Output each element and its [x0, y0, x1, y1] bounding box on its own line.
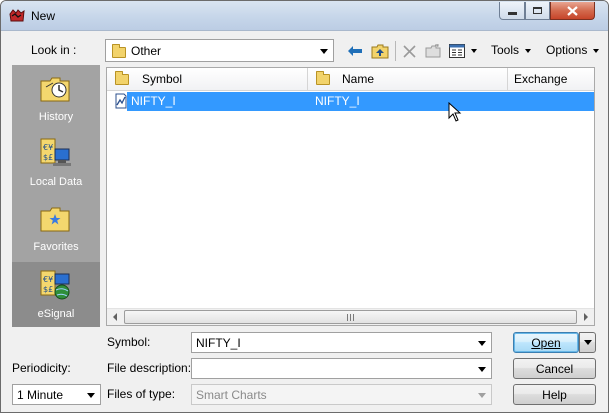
- chevron-down-icon: [593, 48, 600, 53]
- column-header-label: Name: [342, 72, 375, 86]
- new-folder-icon: [425, 44, 441, 58]
- place-history[interactable]: History: [12, 65, 100, 130]
- scrollbar-thumb[interactable]: [124, 310, 577, 324]
- symbol-label: Symbol:: [107, 335, 151, 349]
- esignal-icon: €¥ $£: [40, 270, 70, 300]
- up-one-level-button[interactable]: [369, 41, 391, 61]
- files-of-type-value: Smart Charts: [196, 387, 267, 402]
- look-in-dropdown[interactable]: Other: [105, 39, 334, 62]
- chevron-down-icon: [478, 340, 486, 346]
- files-of-type-label: Files of type:: [107, 387, 176, 401]
- places-bar: History €¥ $£ Local Data Favorites €¥ $£…: [12, 65, 100, 327]
- open-button[interactable]: Open: [513, 332, 579, 353]
- open-button-label: Open: [531, 335, 561, 350]
- look-in-label: Look in :: [31, 43, 77, 57]
- place-label: eSignal: [37, 308, 75, 320]
- window-title: New: [31, 9, 56, 23]
- chevron-down-icon: [583, 340, 592, 345]
- view-list-icon: [449, 44, 465, 58]
- chart-document-icon: [115, 93, 127, 109]
- mouse-pointer-icon: [448, 102, 462, 122]
- delete-icon: [402, 44, 416, 58]
- place-favorites[interactable]: Favorites: [12, 195, 100, 260]
- help-button-label: Help: [542, 387, 567, 402]
- file-description-combo[interactable]: [191, 358, 492, 379]
- files-of-type-combo[interactable]: Smart Charts: [191, 384, 492, 405]
- folder-icon: [115, 71, 129, 85]
- svg-text:€¥: €¥: [43, 275, 53, 284]
- svg-text:$£: $£: [43, 153, 53, 162]
- place-label: Favorites: [33, 241, 79, 253]
- help-button[interactable]: Help: [513, 384, 596, 405]
- periodicity-label: Periodicity:: [12, 361, 71, 375]
- row-selection-highlight: [127, 92, 594, 111]
- favorites-icon: [40, 207, 70, 232]
- chevron-down-icon: [471, 49, 477, 53]
- delete-button[interactable]: [399, 41, 419, 61]
- place-label: History: [38, 111, 74, 123]
- cell-name: NIFTY_I: [315, 94, 360, 108]
- app-icon: [9, 9, 25, 22]
- tools-menu-label: Tools: [491, 43, 520, 57]
- column-header-name[interactable]: Name: [308, 68, 508, 90]
- list-item[interactable]: NIFTY_I NIFTY_I: [107, 92, 594, 111]
- up-folder-icon: [371, 44, 389, 58]
- cancel-button[interactable]: Cancel: [513, 358, 596, 379]
- column-header-label: Exchange: [514, 72, 568, 86]
- new-dialog-window: New Look in : Other Tools Options Histor…: [0, 0, 609, 413]
- svg-text:€¥: €¥: [43, 143, 53, 152]
- place-esignal[interactable]: €¥ $£ eSignal: [12, 262, 100, 327]
- column-header-label: Symbol: [142, 72, 183, 86]
- chevron-down-icon: [478, 392, 486, 398]
- symbol-combo[interactable]: NIFTY_I: [191, 332, 492, 353]
- periodicity-combo[interactable]: 1 Minute: [12, 384, 101, 405]
- cell-symbol: NIFTY_I: [131, 94, 176, 108]
- minimize-icon: [507, 11, 517, 15]
- create-new-folder-button[interactable]: [423, 41, 443, 61]
- close-button[interactable]: [550, 2, 595, 20]
- folder-icon: [112, 44, 126, 58]
- options-menu[interactable]: Options: [546, 43, 600, 57]
- maximize-button[interactable]: [525, 2, 550, 20]
- local-data-icon: €¥ $£: [40, 138, 71, 166]
- close-icon: [567, 5, 578, 16]
- scroll-right-icon[interactable]: [584, 313, 588, 321]
- svg-text:$£: $£: [43, 285, 53, 294]
- place-local-data[interactable]: €¥ $£ Local Data: [12, 130, 100, 195]
- options-menu-label: Options: [546, 43, 588, 57]
- periodicity-value: 1 Minute: [17, 387, 64, 402]
- column-header-exchange[interactable]: Exchange: [508, 68, 594, 90]
- symbol-value: NIFTY_I: [196, 335, 241, 350]
- grip-icon: [346, 314, 355, 321]
- folder-icon: [316, 71, 330, 85]
- cancel-button-label: Cancel: [535, 361, 574, 376]
- list-header: Symbol Name Exchange: [107, 68, 594, 91]
- toolbar-separator: [395, 41, 396, 61]
- chevron-down-icon: [525, 48, 532, 53]
- minimize-button[interactable]: [499, 2, 525, 20]
- chevron-down-icon: [478, 366, 486, 372]
- look-in-value: Other: [131, 43, 162, 58]
- maximize-icon: [533, 7, 542, 14]
- scroll-left-icon[interactable]: [113, 313, 117, 321]
- chevron-down-icon: [320, 48, 328, 54]
- horizontal-scrollbar[interactable]: [107, 308, 594, 325]
- chevron-down-icon: [87, 392, 95, 398]
- column-header-symbol[interactable]: Symbol: [107, 68, 308, 90]
- file-list[interactable]: Symbol Name Exchange NIFTY_I NIFTY_I: [106, 67, 595, 326]
- history-icon: [40, 77, 70, 102]
- back-button[interactable]: [345, 41, 365, 61]
- title-bar[interactable]: New: [1, 1, 608, 31]
- open-options-button[interactable]: [579, 332, 596, 353]
- place-label: Local Data: [29, 176, 83, 188]
- view-menu-button[interactable]: [447, 41, 479, 61]
- back-arrow-icon: [348, 46, 362, 56]
- tools-menu[interactable]: Tools: [491, 43, 532, 57]
- file-description-label: File description:: [107, 361, 192, 375]
